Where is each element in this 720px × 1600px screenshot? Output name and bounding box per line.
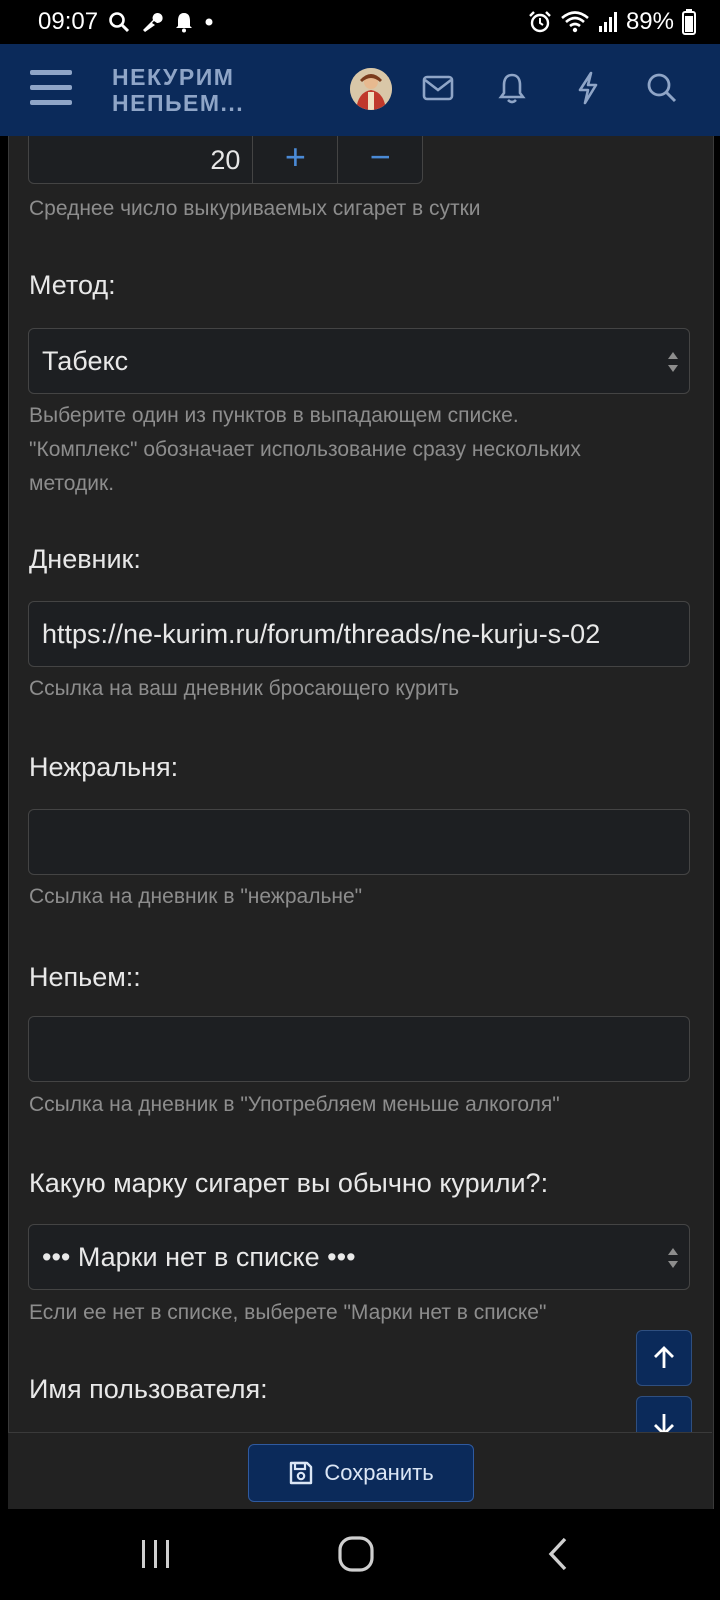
nezhralnya-label: Нежральня:	[29, 752, 179, 782]
lightning-icon[interactable]	[568, 68, 608, 108]
battery-percent: 89%	[625, 8, 674, 35]
brand-select[interactable]: ••• Марки нет в списке •••	[28, 1224, 690, 1290]
wrench-icon	[140, 10, 164, 34]
diary-hint: Ссылка на ваш дневник бросающего курить	[29, 677, 460, 700]
diary-input[interactable]: https://ne-kurim.ru/forum/threads/ne-kur…	[28, 601, 690, 667]
mail-icon[interactable]	[418, 68, 458, 108]
cigs-per-day-hint: Среднее число выкуриваемых сигарет в сут…	[29, 197, 481, 220]
save-button[interactable]: Сохранить	[248, 1444, 474, 1502]
signal-icon	[598, 11, 618, 33]
nezhralnya-input[interactable]	[28, 809, 690, 875]
notification-bell-icon	[174, 11, 194, 33]
alarm-icon	[528, 10, 552, 34]
user-avatar[interactable]	[350, 68, 392, 110]
select-arrows-icon	[668, 1248, 678, 1268]
floppy-disk-icon	[290, 1461, 313, 1485]
bell-icon[interactable]	[492, 68, 532, 108]
method-hint-line3: методик.	[29, 472, 115, 495]
menu-icon[interactable]	[30, 70, 72, 106]
profile-form: 20 + − Среднее число выкуриваемых сигаре…	[8, 136, 714, 1509]
brand-hint: Если ее нет в списке, выберете "Марки не…	[29, 1301, 547, 1324]
method-hint-line1: Выберите один из пунктов в выпадающем сп…	[29, 404, 519, 427]
decrement-button[interactable]: −	[337, 136, 422, 183]
recent-apps-icon[interactable]	[126, 1531, 186, 1577]
select-arrows-icon	[668, 352, 678, 372]
app-header: НЕКУРИМ НЕПЬЕМ...	[0, 44, 720, 136]
diary-label: Дневник:	[29, 544, 141, 574]
method-label: Метод:	[29, 270, 116, 300]
system-nav-bar	[0, 1509, 720, 1600]
save-button-label: Сохранить	[324, 1460, 434, 1485]
method-select[interactable]: Табекс	[28, 328, 690, 394]
save-bar: Сохранить	[8, 1432, 712, 1510]
username-label: Имя пользователя:	[29, 1374, 268, 1404]
status-bar: 09:07 89%	[0, 0, 720, 44]
battery-icon	[682, 9, 696, 35]
home-icon[interactable]	[326, 1531, 386, 1577]
nezhralnya-hint: Ссылка на дневник в "нежральне"	[29, 885, 363, 908]
brand-label: Какую марку сигарет вы обычно курили?:	[29, 1168, 549, 1198]
dot-icon	[204, 17, 214, 27]
search-icon	[108, 11, 130, 33]
site-logo[interactable]: НЕКУРИМ НЕПЬЕМ...	[112, 64, 244, 116]
back-icon[interactable]	[528, 1531, 588, 1577]
cigs-per-day-input[interactable]: 20	[29, 136, 252, 183]
method-hint-line2: "Комплекс" обозначает использование сраз…	[29, 438, 581, 461]
scroll-up-button[interactable]	[636, 1330, 692, 1386]
nepem-hint: Ссылка на дневник в "Употребляем меньше …	[29, 1093, 560, 1116]
status-time: 09:07	[38, 8, 99, 35]
cigs-per-day-stepper: 20 + −	[28, 136, 423, 184]
search-icon[interactable]	[642, 68, 682, 108]
arrow-up-icon	[654, 1346, 674, 1368]
nepem-input[interactable]	[28, 1016, 690, 1082]
wifi-icon	[560, 10, 590, 34]
nepem-label: Непьем::	[29, 962, 141, 992]
increment-button[interactable]: +	[252, 136, 337, 183]
